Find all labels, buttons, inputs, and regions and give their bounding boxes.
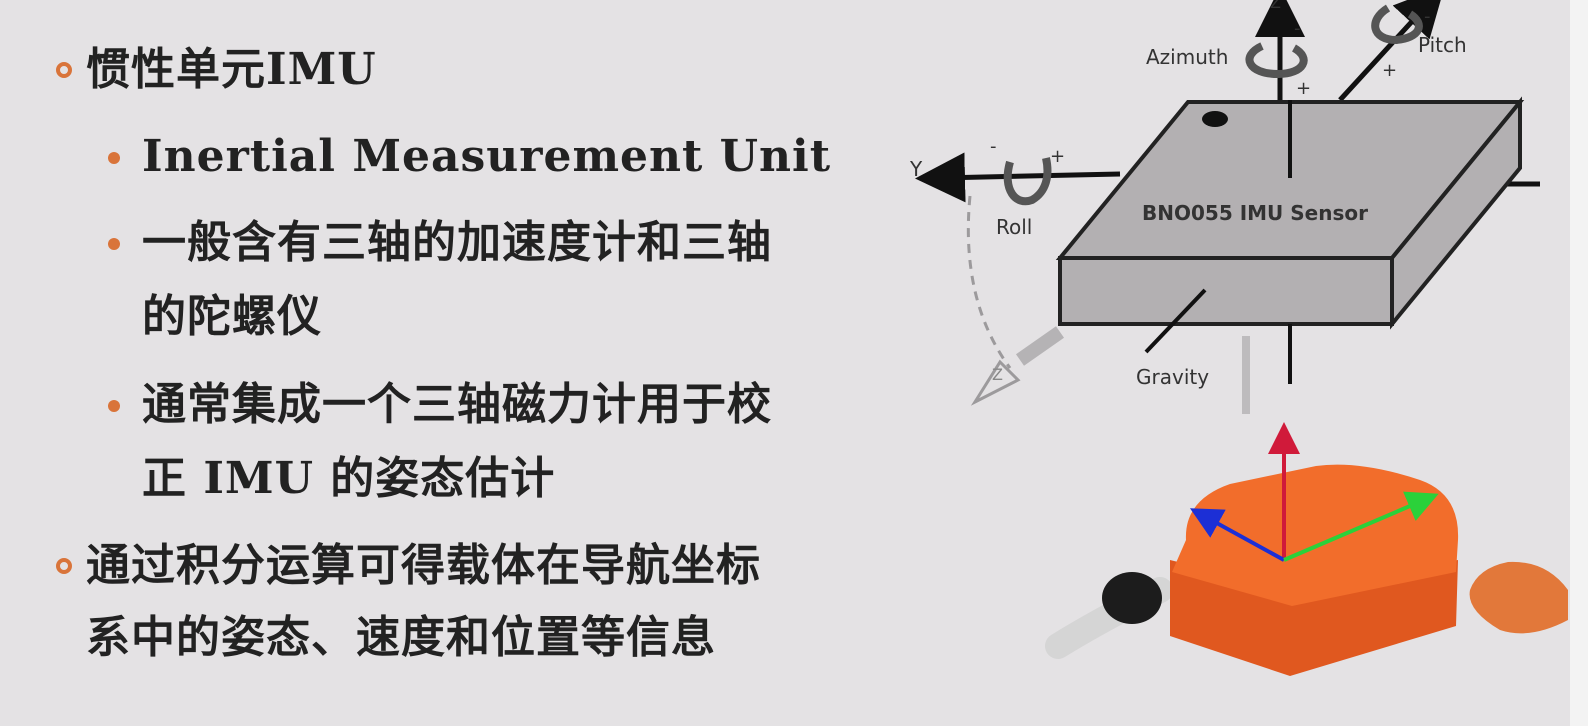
pitch-minus: -: [1424, 6, 1431, 27]
azimuth-plus: +: [1296, 78, 1311, 99]
roll-label: Roll: [996, 215, 1032, 239]
edge-orange-blob: [1469, 561, 1568, 634]
azimuth-label: Azimuth: [1146, 45, 1228, 69]
top-axis-label: Z: [1270, 0, 1281, 12]
sensor-front-face: [1058, 256, 1394, 326]
pitch-plus: +: [1382, 60, 1397, 81]
azimuth-rotation-arrow: [1245, 42, 1308, 79]
lower-axis-label: Z: [992, 365, 1003, 384]
roll-plus: +: [1050, 146, 1065, 167]
y-axis-label: Y: [909, 157, 923, 181]
roll-minus: -: [990, 136, 997, 157]
imu-axis-diagram: Azimuth Pitch Roll Gravity BNO055 IMU Se…: [909, 0, 1568, 676]
slide: 惯性单元IMU Inertial Measurement Unit 一般含有三轴…: [0, 0, 1588, 726]
roll-rotation-arrow: [1003, 157, 1052, 206]
y-axis-line: [915, 152, 1121, 203]
gravity-bar: [1242, 336, 1250, 414]
pitch-label: Pitch: [1418, 33, 1467, 57]
gravity-label: Gravity: [1136, 365, 1209, 389]
sensor-pin1-dot: [1202, 111, 1228, 127]
device-cable-connector: [1102, 572, 1162, 624]
z-axis-gray-arrow: [1015, 326, 1065, 366]
azimuth-minus: -: [1294, 18, 1301, 39]
sensor-label: BNO055 IMU Sensor: [1142, 201, 1368, 225]
